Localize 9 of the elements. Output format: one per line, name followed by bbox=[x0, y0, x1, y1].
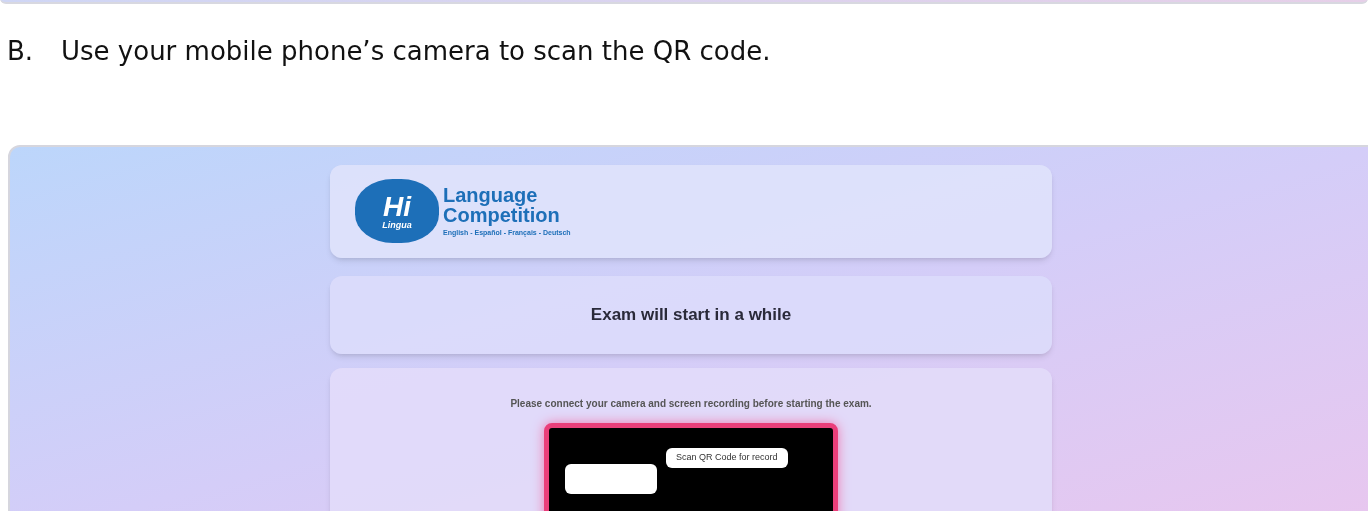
logo-title: Competition bbox=[443, 204, 561, 225]
setup-message: Please connect your camera and screen recording before starting the exam. bbox=[510, 397, 872, 411]
logo-title: Language bbox=[443, 184, 538, 205]
list-marker: B. bbox=[7, 35, 35, 68]
instruction-text: Use your mobile phone’s camera to scan the QR code. bbox=[61, 35, 771, 68]
logo-script: Lingua bbox=[382, 220, 412, 230]
status-text: Exam will start in a while bbox=[590, 304, 792, 327]
logo-mark: Hi bbox=[383, 192, 411, 221]
qr-record-label: Scan QR Code for record bbox=[666, 448, 788, 468]
